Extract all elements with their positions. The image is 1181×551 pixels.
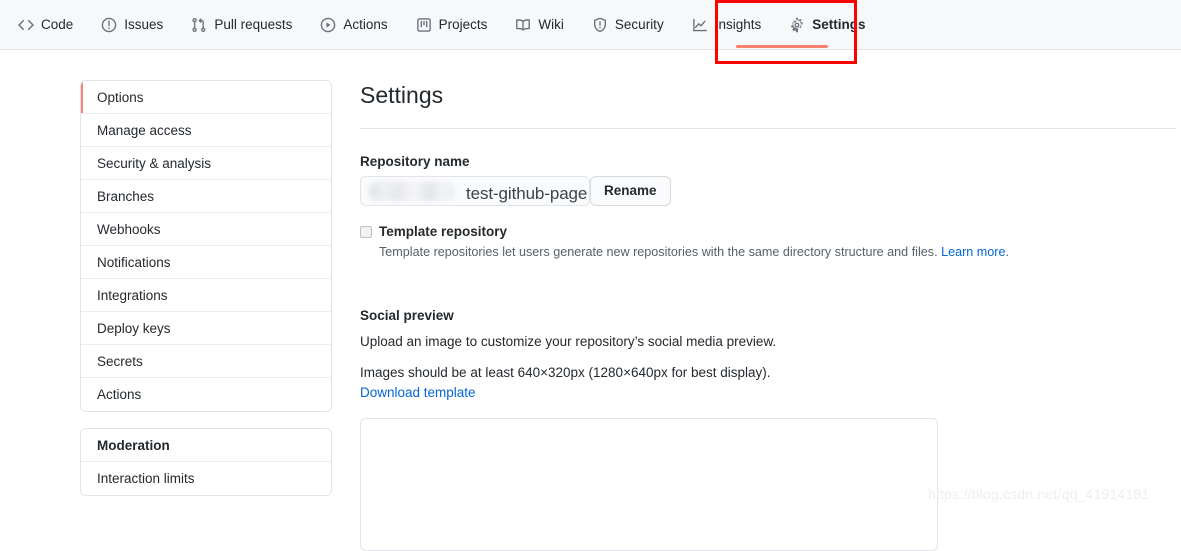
watermark: https://blog.csdn.net/qq_41914181 — [928, 486, 1150, 502]
tab-insights[interactable]: Insights — [692, 17, 762, 33]
sidebar-group-moderation: Moderation Interaction limits — [80, 428, 332, 496]
tab-projects-label: Projects — [438, 17, 488, 32]
download-template-link[interactable]: Download template — [360, 383, 1177, 402]
tab-code-label: Code — [41, 17, 74, 32]
page-title: Settings — [360, 82, 444, 108]
sidebar-heading-label: Moderation — [97, 437, 170, 453]
sidebar-item-label: Actions — [97, 387, 142, 402]
repo-nav-tablist: Code Issues Pull requests Actions Projec — [18, 0, 894, 50]
sidebar-heading-moderation: Moderation — [81, 429, 331, 462]
social-preview-description: Upload an image to customize your reposi… — [360, 334, 777, 349]
template-repository-description: Template repositories let users generate… — [379, 243, 1177, 261]
sidebar-item-label: Interaction limits — [97, 471, 195, 486]
tab-pull-requests-label: Pull requests — [214, 17, 293, 32]
tab-wiki[interactable]: Wiki — [515, 17, 564, 33]
sidebar-item-label: Webhooks — [97, 221, 161, 237]
sidebar-item-label: Notifications — [97, 254, 171, 270]
git-pull-request-icon — [191, 17, 207, 33]
sidebar-item-actions[interactable]: Actions — [81, 378, 331, 411]
settings-sidebar: Options Manage access Security & analysi… — [80, 80, 332, 512]
template-repository-row: Template repository — [360, 223, 1177, 241]
tab-projects[interactable]: Projects — [416, 17, 488, 33]
social-preview-size-note: Images should be at least 640×320px (128… — [360, 365, 771, 380]
template-repository-label[interactable]: Template repository — [379, 223, 507, 241]
title-divider — [360, 128, 1176, 129]
sidebar-item-label: Manage access — [97, 122, 192, 138]
sidebar-item-manage-access[interactable]: Manage access — [81, 114, 331, 147]
sidebar-item-label: Options — [97, 89, 144, 105]
tab-issues[interactable]: Issues — [101, 17, 163, 33]
settings-main: Settings Repository name Rename test-git… — [360, 80, 1177, 551]
tab-pull-requests[interactable]: Pull requests — [191, 17, 292, 33]
social-preview-upload-area[interactable] — [360, 418, 938, 551]
social-preview-title: Social preview — [360, 308, 454, 323]
tab-settings[interactable]: Settings — [789, 17, 866, 33]
play-icon — [320, 17, 336, 33]
sidebar-item-webhooks[interactable]: Webhooks — [81, 213, 331, 246]
sidebar-group-primary: Options Manage access Security & analysi… — [80, 80, 332, 412]
tab-security[interactable]: Security — [592, 17, 664, 33]
repository-name-label: Repository name — [360, 154, 470, 169]
repo-nav-bar: Code Issues Pull requests Actions Projec — [0, 0, 1181, 50]
tab-actions-label: Actions — [343, 17, 388, 32]
repository-name-overlay-text: test-github-page — [466, 184, 588, 203]
template-repository-description-period: . — [1005, 245, 1010, 259]
sidebar-item-label: Integrations — [97, 287, 168, 303]
gear-icon — [789, 17, 805, 33]
selected-tab-underline — [736, 45, 828, 48]
tab-insights-label: Insights — [714, 17, 762, 32]
sidebar-item-secrets[interactable]: Secrets — [81, 345, 331, 378]
repository-name-row: Rename test-github-page — [360, 176, 1177, 206]
template-repository-learn-more-link[interactable]: Learn more — [941, 245, 1005, 259]
sidebar-item-label: Secrets — [97, 353, 143, 369]
sidebar-item-security-analysis[interactable]: Security & analysis — [81, 147, 331, 180]
tab-issues-label: Issues — [124, 17, 164, 32]
template-repository-description-text: Template repositories let users generate… — [379, 245, 938, 259]
sidebar-item-label: Branches — [97, 188, 155, 204]
issue-opened-icon — [101, 17, 117, 33]
sidebar-item-notifications[interactable]: Notifications — [81, 246, 331, 279]
tab-security-label: Security — [614, 17, 664, 32]
sidebar-item-integrations[interactable]: Integrations — [81, 279, 331, 312]
sidebar-item-options[interactable]: Options — [81, 81, 331, 114]
tab-wiki-label: Wiki — [538, 17, 564, 32]
project-icon — [416, 17, 432, 33]
redaction-blur — [369, 182, 455, 201]
graph-icon — [692, 17, 708, 33]
code-icon — [18, 17, 34, 33]
tab-settings-label: Settings — [812, 17, 866, 32]
tab-code[interactable]: Code — [18, 17, 73, 33]
shield-icon — [592, 17, 608, 33]
sidebar-item-deploy-keys[interactable]: Deploy keys — [81, 312, 331, 345]
sidebar-item-label: Security & analysis — [97, 155, 212, 171]
sidebar-item-branches[interactable]: Branches — [81, 180, 331, 213]
sidebar-item-label: Deploy keys — [97, 320, 171, 336]
book-icon — [515, 17, 531, 33]
sidebar-item-interaction-limits[interactable]: Interaction limits — [81, 462, 331, 495]
tab-actions[interactable]: Actions — [320, 17, 388, 33]
rename-button[interactable]: Rename — [590, 176, 671, 206]
template-repository-checkbox[interactable] — [360, 226, 372, 238]
